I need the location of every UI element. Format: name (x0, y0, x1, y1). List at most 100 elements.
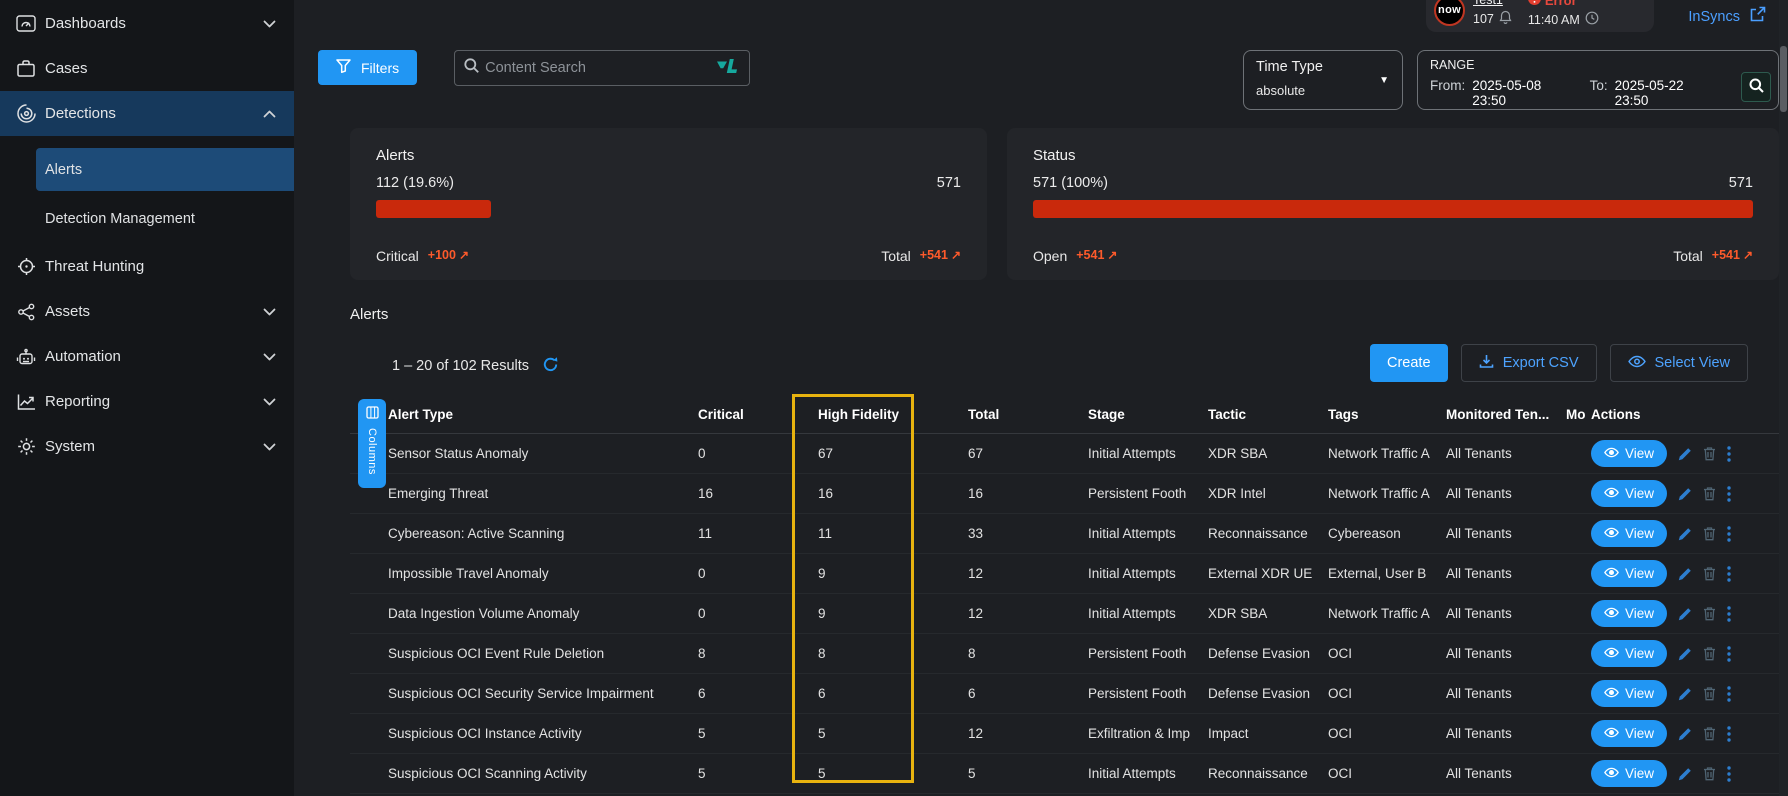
chevron-down-icon[interactable] (263, 353, 276, 361)
chevron-down-icon[interactable] (263, 398, 276, 406)
sidebar-subitem-alerts[interactable]: Alerts (36, 148, 294, 191)
delete-button[interactable] (1703, 646, 1716, 661)
view-button[interactable]: View (1591, 600, 1667, 627)
cell-stage: Persistent Footh (1088, 486, 1208, 501)
cell-total: 12 (968, 726, 1088, 741)
table-row[interactable]: Data Ingestion Volume Anomaly 0 9 12 Ini… (350, 594, 1779, 634)
account-name[interactable]: Test1 (1473, 0, 1512, 7)
view-button[interactable]: View (1591, 520, 1667, 547)
edit-button[interactable] (1678, 447, 1692, 461)
range-from-value[interactable]: 2025-05-08 23:50 (1472, 78, 1567, 108)
more-actions-button[interactable] (1727, 486, 1731, 502)
view-button[interactable]: View (1591, 480, 1667, 507)
eye-icon (1604, 486, 1619, 501)
column-header-tags[interactable]: Tags (1328, 407, 1446, 422)
more-actions-button[interactable] (1727, 446, 1731, 462)
account-widget[interactable]: now Test1 107 Error 11:40 AM (1426, 0, 1654, 32)
sidebar-item-cases[interactable]: Cases (0, 46, 294, 91)
column-header-actions[interactable]: Actions (1591, 407, 1779, 422)
cell-high-fidelity: 16 (818, 486, 968, 501)
chevron-down-icon[interactable]: ▼ (1379, 75, 1389, 86)
edit-button[interactable] (1678, 687, 1692, 701)
sidebar-item-detections[interactable]: Detections (0, 91, 294, 136)
delete-button[interactable] (1703, 486, 1716, 501)
external-link-icon (1749, 6, 1766, 27)
column-header-monitored-ten[interactable]: Monitored Ten... (1446, 407, 1566, 422)
chevron-down-icon[interactable] (263, 20, 276, 28)
edit-button[interactable] (1678, 767, 1692, 781)
column-header-mo[interactable]: Mo (1566, 407, 1591, 422)
delete-button[interactable] (1703, 686, 1716, 701)
more-actions-button[interactable] (1727, 646, 1731, 662)
more-actions-button[interactable] (1727, 766, 1731, 782)
sidebar-item-system[interactable]: System (0, 424, 294, 469)
sidebar-subitem-detection-management[interactable]: Detection Management (36, 197, 294, 240)
table-row[interactable]: Emerging Threat 16 16 16 Persistent Foot… (350, 474, 1779, 514)
column-header-critical[interactable]: Critical (698, 407, 818, 422)
chevron-down-icon[interactable] (263, 443, 276, 451)
edit-button[interactable] (1678, 487, 1692, 501)
view-button[interactable]: View (1591, 440, 1667, 467)
cell-critical: 0 (698, 566, 818, 581)
create-button[interactable]: Create (1370, 344, 1448, 382)
delete-button[interactable] (1703, 766, 1716, 781)
refresh-button[interactable] (542, 356, 559, 376)
download-icon (1479, 354, 1494, 373)
table-row[interactable]: Impossible Travel Anomaly 0 9 12 Initial… (350, 554, 1779, 594)
chevron-up-icon[interactable] (263, 110, 276, 118)
view-button[interactable]: View (1591, 640, 1667, 667)
table-row[interactable]: Cybereason: Active Scanning 11 11 33 Ini… (350, 514, 1779, 554)
scrollbar[interactable] (1779, 0, 1788, 796)
sidebar-item-automation[interactable]: Automation (0, 334, 294, 379)
scrollbar-thumb[interactable] (1780, 46, 1787, 112)
delete-button[interactable] (1703, 526, 1716, 541)
more-actions-button[interactable] (1727, 606, 1731, 622)
table-row[interactable]: Suspicious OCI Instance Activity 5 5 12 … (350, 714, 1779, 754)
column-header-high-fidelity[interactable]: High Fidelity (818, 407, 968, 422)
view-button[interactable]: View (1591, 720, 1667, 747)
sidebar-item-dashboards[interactable]: Dashboards (0, 1, 294, 46)
delete-button[interactable] (1703, 566, 1716, 581)
sidebar-item-assets[interactable]: Assets (0, 289, 294, 334)
view-button[interactable]: View (1591, 760, 1667, 787)
filters-button[interactable]: Filters (318, 50, 417, 85)
insyncs-link[interactable]: InSyncs (1688, 6, 1766, 27)
card-right-value: 571 (937, 175, 961, 191)
edit-button[interactable] (1678, 727, 1692, 741)
view-button[interactable]: View (1591, 680, 1667, 707)
edit-button[interactable] (1678, 527, 1692, 541)
edit-button[interactable] (1678, 567, 1692, 581)
cell-stage: Persistent Footh (1088, 686, 1208, 701)
column-header-stage[interactable]: Stage (1088, 407, 1208, 422)
table-row[interactable]: Suspicious OCI Security Service Impairme… (350, 674, 1779, 714)
range-search-button[interactable] (1741, 72, 1771, 102)
search-input[interactable] (485, 60, 717, 76)
more-actions-button[interactable] (1727, 526, 1731, 542)
columns-tab[interactable]: Columns (358, 399, 386, 488)
export-csv-button[interactable]: Export CSV (1461, 344, 1597, 382)
range-picker[interactable]: RANGE From: 2025-05-08 23:50 To: 2025-05… (1417, 50, 1779, 110)
range-to-value[interactable]: 2025-05-22 23:50 (1615, 78, 1710, 108)
column-header-total[interactable]: Total (968, 407, 1088, 422)
table-row[interactable]: Suspicious OCI Event Rule Deletion 8 8 8… (350, 634, 1779, 674)
cell-high-fidelity: 9 (818, 606, 968, 621)
delete-button[interactable] (1703, 606, 1716, 621)
more-actions-button[interactable] (1727, 566, 1731, 582)
edit-button[interactable] (1678, 647, 1692, 661)
edit-button[interactable] (1678, 607, 1692, 621)
delete-button[interactable] (1703, 726, 1716, 741)
select-view-button[interactable]: Select View (1610, 344, 1749, 382)
column-header-alert-type[interactable]: Alert Type (388, 407, 698, 422)
table-row[interactable]: Suspicious OCI Scanning Activity 5 5 5 I… (350, 754, 1779, 794)
chevron-down-icon[interactable] (263, 308, 276, 316)
view-button[interactable]: View (1591, 560, 1667, 587)
time-type-select[interactable]: Time Type absolute ▼ (1243, 50, 1403, 110)
sidebar-item-reporting[interactable]: Reporting (0, 379, 294, 424)
table-row[interactable]: Sensor Status Anomaly 0 67 67 Initial At… (350, 434, 1779, 474)
delete-button[interactable] (1703, 446, 1716, 461)
time-type-label: Time Type (1256, 59, 1390, 75)
more-actions-button[interactable] (1727, 686, 1731, 702)
more-actions-button[interactable] (1727, 726, 1731, 742)
sidebar-item-threat-hunting[interactable]: Threat Hunting (0, 244, 294, 289)
column-header-tactic[interactable]: Tactic (1208, 407, 1328, 422)
